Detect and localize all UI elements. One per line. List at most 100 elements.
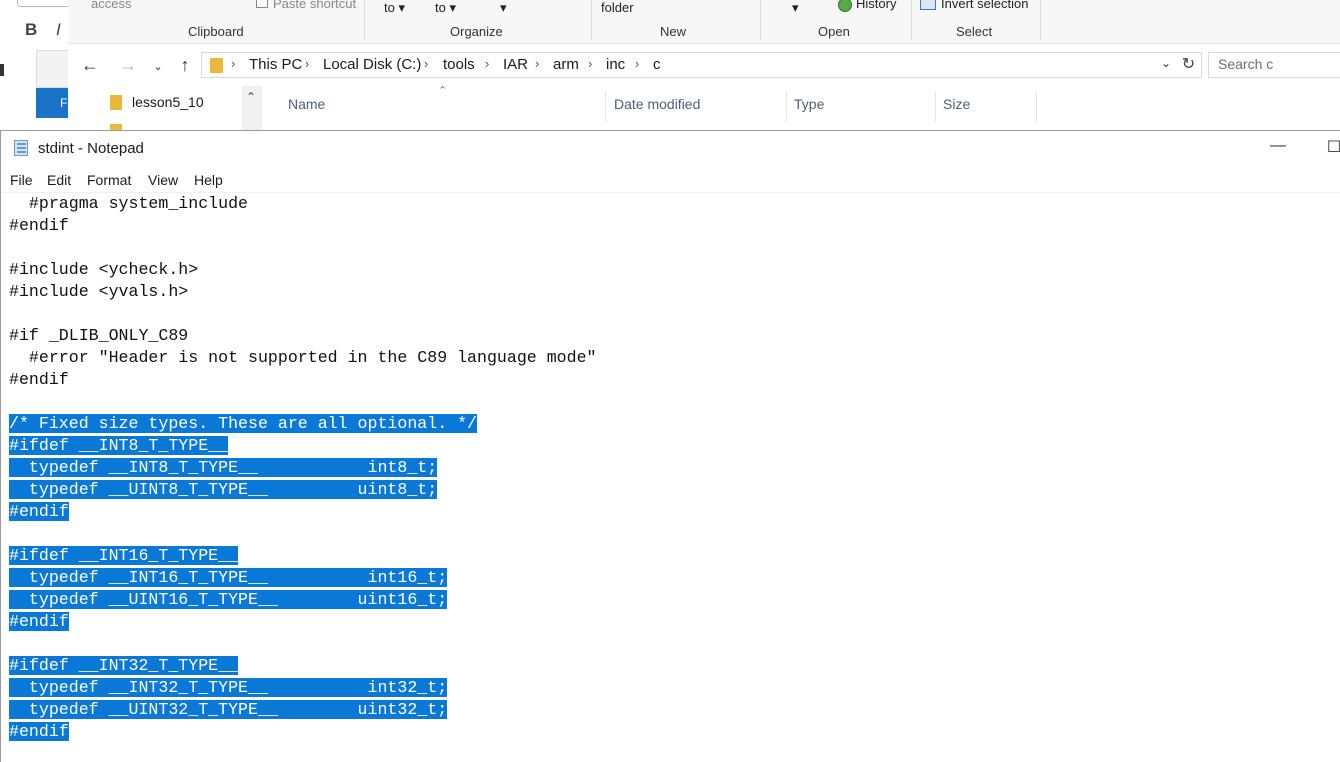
code-line: typedef __UINT8_T_TYPE__ uint8_t;: [9, 479, 1339, 501]
ribbon-divider: [591, 0, 592, 40]
ribbon-paste-shortcut[interactable]: Paste shortcut: [273, 0, 356, 11]
group-organize: Organize: [450, 24, 503, 39]
notepad-title-bar[interactable]: stdint - Notepad — ☐: [1, 131, 1340, 167]
nav-scrollbar[interactable]: ⌃: [242, 86, 262, 130]
breadcrumb-local-disk[interactable]: Local Disk (C:): [323, 56, 421, 73]
code-line: typedef __INT16_T_TYPE__ int16_t;: [9, 567, 1339, 589]
code-line: #endif: [9, 611, 1339, 633]
up-button[interactable]: ↑: [173, 54, 197, 76]
invert-selection-icon: [920, 0, 936, 10]
breadcrumb-tools[interactable]: tools: [443, 56, 475, 73]
ribbon-divider: [364, 0, 365, 40]
code-line-text: #error "Header is not supported in the C…: [9, 348, 597, 367]
menu-file[interactable]: File: [10, 172, 33, 188]
group-open: Open: [818, 24, 850, 39]
menu-help[interactable]: Help: [194, 172, 223, 188]
ribbon-copy-to[interactable]: to ▾: [435, 0, 456, 16]
code-line-text: #endif: [9, 612, 69, 631]
file-explorer-window: access Paste shortcut Clipboard to ▾ to …: [68, 0, 1340, 130]
breadcrumb-iar[interactable]: IAR: [503, 56, 528, 73]
ribbon-history[interactable]: History: [856, 0, 896, 11]
menu-bar: File Edit Format View Help: [1, 169, 1340, 191]
ribbon-quick-access[interactable]: access: [91, 0, 131, 11]
code-line: /* Fixed size types. These are all optio…: [9, 413, 1339, 435]
column-name[interactable]: Name: [288, 96, 325, 112]
back-button[interactable]: ←: [78, 54, 102, 76]
column-divider[interactable]: [935, 92, 936, 122]
breadcrumb-chevron-icon[interactable]: ›: [588, 56, 592, 71]
notepad-icon: [14, 140, 28, 156]
history-icon: [838, 0, 852, 12]
address-history-dropdown[interactable]: ⌄: [1161, 56, 1171, 70]
code-line: #error "Header is not supported in the C…: [9, 347, 1339, 369]
notepad-window: stdint - Notepad — ☐ File Edit Format Vi…: [0, 130, 1340, 762]
ribbon-new-folder[interactable]: folder: [601, 0, 634, 15]
code-line-text: typedef __INT32_T_TYPE__ int32_t;: [9, 678, 448, 697]
minimize-button[interactable]: —: [1263, 137, 1293, 155]
address-bar[interactable]: › This PC › Local Disk (C:) › tools › IA…: [201, 52, 1202, 78]
taskbar-item-active[interactable]: F: [36, 88, 68, 118]
breadcrumb-inc[interactable]: inc: [606, 56, 625, 73]
bold-button[interactable]: B: [25, 20, 37, 40]
breadcrumb-chevron-icon[interactable]: ›: [485, 56, 489, 71]
menu-format[interactable]: Format: [87, 172, 131, 188]
code-line-text: typedef __UINT8_T_TYPE__ uint8_t;: [9, 480, 438, 499]
breadcrumb-chevron-icon[interactable]: ›: [231, 56, 235, 71]
column-divider[interactable]: [1036, 92, 1037, 122]
forward-button[interactable]: →: [116, 54, 140, 76]
maximize-button[interactable]: ☐: [1319, 137, 1340, 157]
column-divider[interactable]: [786, 92, 787, 122]
ribbon-divider: [1040, 0, 1041, 40]
code-line-text: #endif: [9, 722, 69, 741]
paste-shortcut-icon: [256, 0, 268, 8]
breadcrumb-this-pc[interactable]: This PC: [249, 56, 302, 73]
search-input[interactable]: Search c: [1208, 52, 1340, 78]
breadcrumb-chevron-icon[interactable]: ›: [305, 56, 309, 71]
ribbon-delete-dropdown[interactable]: ▾: [500, 0, 507, 16]
refresh-button[interactable]: ↻: [1176, 52, 1202, 78]
code-line-text: #endif: [9, 216, 69, 235]
column-divider[interactable]: [605, 92, 606, 122]
recent-locations-button[interactable]: ⌄: [146, 56, 170, 78]
ribbon-move-to[interactable]: to ▾: [384, 0, 405, 16]
breadcrumb-arm[interactable]: arm: [553, 56, 579, 73]
ribbon-open-dropdown[interactable]: ▾: [792, 0, 799, 16]
taskbar-folder-icon[interactable]: [36, 50, 69, 88]
code-line-text: /* Fixed size types. These are all optio…: [9, 414, 478, 433]
code-line-text: typedef __INT8_T_TYPE__ int8_t;: [9, 458, 438, 477]
code-line: typedef __UINT32_T_TYPE__ uint32_t;: [9, 699, 1339, 721]
code-line-text: #endif: [9, 370, 69, 389]
code-line: #endif: [9, 369, 1339, 391]
breadcrumb-chevron-icon[interactable]: ›: [535, 56, 539, 71]
breadcrumb-c[interactable]: c: [653, 56, 661, 73]
column-type[interactable]: Type: [794, 96, 824, 112]
code-line: #if _DLIB_ONLY_C89: [9, 325, 1339, 347]
menu-edit[interactable]: Edit: [47, 172, 71, 188]
code-line-text: typedef __INT16_T_TYPE__ int16_t;: [9, 568, 448, 587]
ribbon-divider: [911, 0, 912, 40]
column-date-modified[interactable]: Date modified: [614, 96, 700, 112]
code-line-text: #include <yvals.h>: [9, 282, 189, 301]
column-size[interactable]: Size: [943, 96, 970, 112]
breadcrumb-chevron-icon[interactable]: ›: [424, 56, 428, 71]
sort-ascending-icon: ⌃: [438, 85, 448, 97]
ribbon-edge: [17, 0, 69, 7]
ribbon-invert-selection[interactable]: Invert selection: [941, 0, 1028, 11]
code-line: #ifdef __INT32_T_TYPE__: [9, 655, 1339, 677]
folder-icon: [110, 95, 122, 110]
code-line-text: typedef __UINT32_T_TYPE__ uint32_t;: [9, 700, 448, 719]
code-line-text: #ifdef __INT16_T_TYPE__: [9, 546, 239, 565]
navigation-pane: lesson5_10 ⌃: [68, 86, 263, 130]
background-word-window: B I F: [0, 0, 69, 130]
text-editor-area[interactable]: #pragma system_include #endif #include <yc…: [9, 193, 1339, 762]
nav-item-lesson5-10[interactable]: lesson5_10: [132, 94, 204, 110]
scroll-up-icon[interactable]: ⌃: [246, 90, 256, 104]
breadcrumb-chevron-icon[interactable]: ›: [635, 56, 639, 71]
menu-view[interactable]: View: [148, 172, 178, 188]
italic-button[interactable]: I: [56, 20, 61, 40]
